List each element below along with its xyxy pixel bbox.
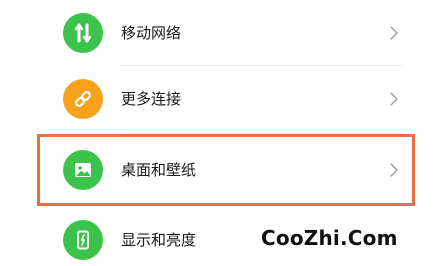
settings-item-more-connections[interactable]: 更多连接 bbox=[63, 66, 403, 132]
watermark: CooZhi.Com bbox=[261, 226, 398, 250]
link-icon bbox=[63, 79, 103, 119]
chevron-right-icon bbox=[390, 26, 398, 40]
settings-item-label: 移动网络 bbox=[121, 24, 182, 42]
display-brightness-icon bbox=[63, 220, 103, 260]
settings-item-label: 显示和亮度 bbox=[121, 231, 197, 249]
chevron-right-icon bbox=[390, 163, 398, 177]
settings-page: 移动网络 更多连接 桌面和壁纸 显示和亮度 CooZhi.Com bbox=[0, 0, 441, 266]
settings-item-label: 更多连接 bbox=[121, 90, 182, 108]
chevron-right-icon bbox=[390, 92, 398, 106]
divider bbox=[121, 133, 403, 134]
mobile-network-icon bbox=[63, 13, 103, 53]
settings-item-mobile-network[interactable]: 移动网络 bbox=[63, 0, 403, 66]
settings-item-desktop-wallpaper[interactable]: 桌面和壁纸 bbox=[63, 137, 403, 203]
settings-item-label: 桌面和壁纸 bbox=[121, 161, 197, 179]
wallpaper-icon bbox=[63, 150, 103, 190]
